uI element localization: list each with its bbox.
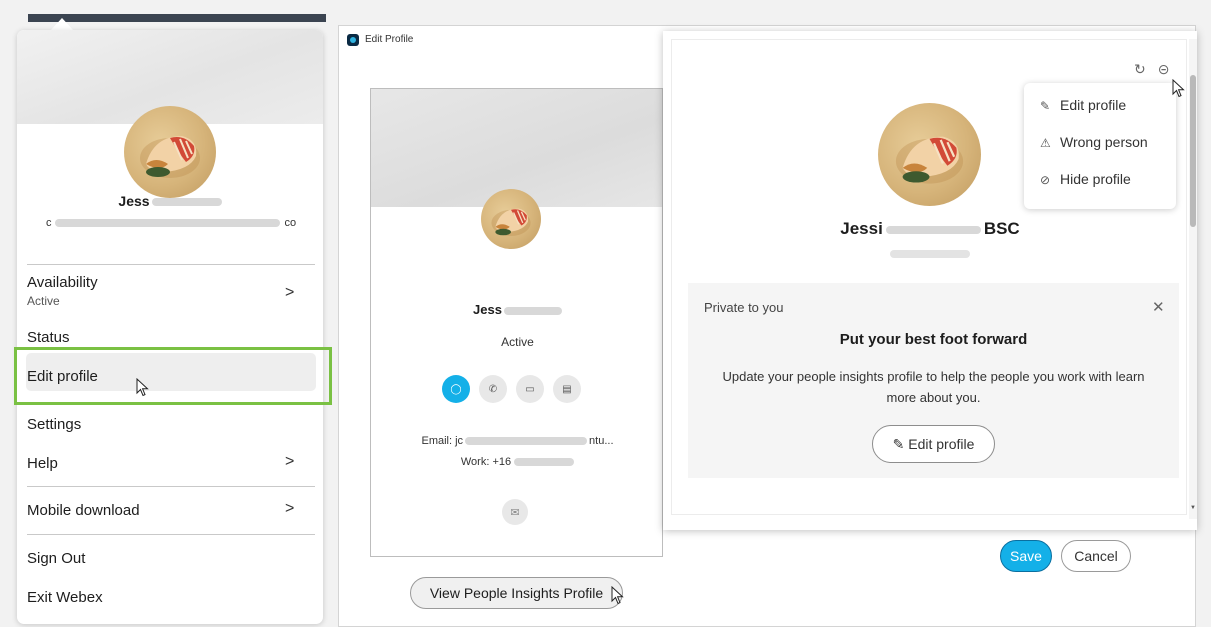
menu-item-edit-profile[interactable]: ✎ Edit profile	[1040, 97, 1126, 113]
seashell-image	[140, 136, 200, 178]
suggestion-title: Put your best foot forward	[839, 331, 1028, 348]
people-insights-panel: ▼ ↻ ⊝ Jessi BSC ✎ Edit profile ⚠ Wrong pers…	[663, 31, 1197, 530]
card-status: Active	[501, 335, 534, 349]
menu-item-sign-out[interactable]: Sign Out	[27, 550, 315, 567]
mouse-cursor-icon	[611, 586, 624, 605]
card-email: Email: jc ntu...	[421, 435, 614, 447]
card-user-name: Jess	[371, 302, 662, 317]
chevron-right-icon: >	[285, 284, 295, 301]
hide-eye-icon: ⊘	[1040, 173, 1051, 187]
avatar[interactable]	[481, 189, 541, 249]
video-button[interactable]: ▭	[516, 375, 544, 403]
scrollbar-thumb[interactable]	[1190, 75, 1196, 227]
availability-label: Availability	[27, 274, 98, 291]
menu-item-status[interactable]: Status	[27, 329, 315, 346]
edit-profile-button[interactable]: ✎ Edit profile	[872, 425, 995, 463]
scrollbar[interactable]: ▼	[1189, 39, 1197, 519]
save-button[interactable]: Save	[1000, 540, 1052, 572]
mouse-cursor-icon	[1172, 79, 1185, 98]
insights-user-name: Jessi BSC	[840, 219, 1020, 238]
warning-icon: ⚠	[1040, 136, 1051, 150]
pencil-icon: ✎	[1040, 99, 1051, 113]
avatar[interactable]	[124, 106, 216, 198]
scroll-down-arrow-icon[interactable]: ▼	[1190, 505, 1196, 511]
mouse-cursor-icon	[136, 378, 149, 397]
menu-item-wrong-person[interactable]: ⚠ Wrong person	[1040, 134, 1148, 150]
chevron-right-icon: >	[285, 500, 295, 517]
card-work-phone: Work: +16	[371, 456, 662, 468]
cancel-button[interactable]: Cancel	[1061, 540, 1131, 572]
seashell-image	[491, 208, 531, 236]
menu-item-hide-profile[interactable]: ⊘ Hide profile	[1040, 171, 1131, 187]
call-button[interactable]: ✆	[479, 375, 507, 403]
menu-divider	[27, 534, 315, 535]
menu-item-settings[interactable]: Settings	[27, 416, 315, 433]
pencil-icon: ✎	[892, 436, 909, 452]
user-name: Jess	[17, 193, 323, 209]
mail-icon[interactable]: ✉	[502, 499, 528, 525]
refresh-icon[interactable]: ↻	[1134, 61, 1146, 78]
insights-user-subtitle	[890, 250, 970, 258]
private-suggestion-box: Private to you ✕ Put your best foot forw…	[688, 283, 1179, 478]
menu-item-availability[interactable]: Availability Active	[27, 274, 315, 308]
highlight-annotation-box	[14, 347, 332, 405]
close-icon[interactable]: ✕	[1152, 298, 1165, 316]
webex-logo-icon	[347, 34, 359, 46]
seashell-image	[895, 136, 964, 184]
suggestion-text: Update your people insights profile to h…	[722, 369, 1145, 405]
menu-item-exit-webex[interactable]: Exit Webex	[27, 589, 315, 606]
card-action-buttons: ◯ ✆ ▭ ▤	[442, 375, 581, 403]
insights-toolbar: ↻ ⊝	[1134, 61, 1169, 78]
contact-card-icon: ▤	[562, 383, 572, 395]
user-email: c co	[45, 217, 297, 229]
menu-item-help[interactable]: Help	[27, 455, 315, 472]
chat-button[interactable]: ◯	[442, 375, 470, 403]
profile-options-menu: ✎ Edit profile ⚠ Wrong person ⊘ Hide profil…	[1024, 83, 1176, 209]
window-title: Edit Profile	[365, 34, 414, 45]
view-people-insights-button[interactable]: View People Insights Profile	[410, 577, 623, 609]
contact-card-button[interactable]: ▤	[553, 375, 581, 403]
phone-icon: ✆	[488, 383, 498, 395]
more-options-icon[interactable]: ⊝	[1158, 61, 1170, 78]
menu-item-mobile-download[interactable]: Mobile download	[27, 502, 315, 519]
private-label: Private to you	[704, 300, 784, 315]
menu-divider	[27, 264, 315, 265]
menu-divider	[27, 486, 315, 487]
video-icon: ▭	[525, 383, 535, 395]
chat-icon: ◯	[450, 383, 462, 395]
chevron-right-icon: >	[285, 453, 295, 470]
profile-dropdown-menu: Jess c co Availability Active > Status Ed…	[17, 30, 323, 624]
availability-value: Active	[27, 294, 60, 308]
avatar	[878, 103, 981, 206]
profile-card: Jess Active ◯ ✆ ▭ ▤ Email: jc ntu... Work…	[370, 88, 663, 557]
